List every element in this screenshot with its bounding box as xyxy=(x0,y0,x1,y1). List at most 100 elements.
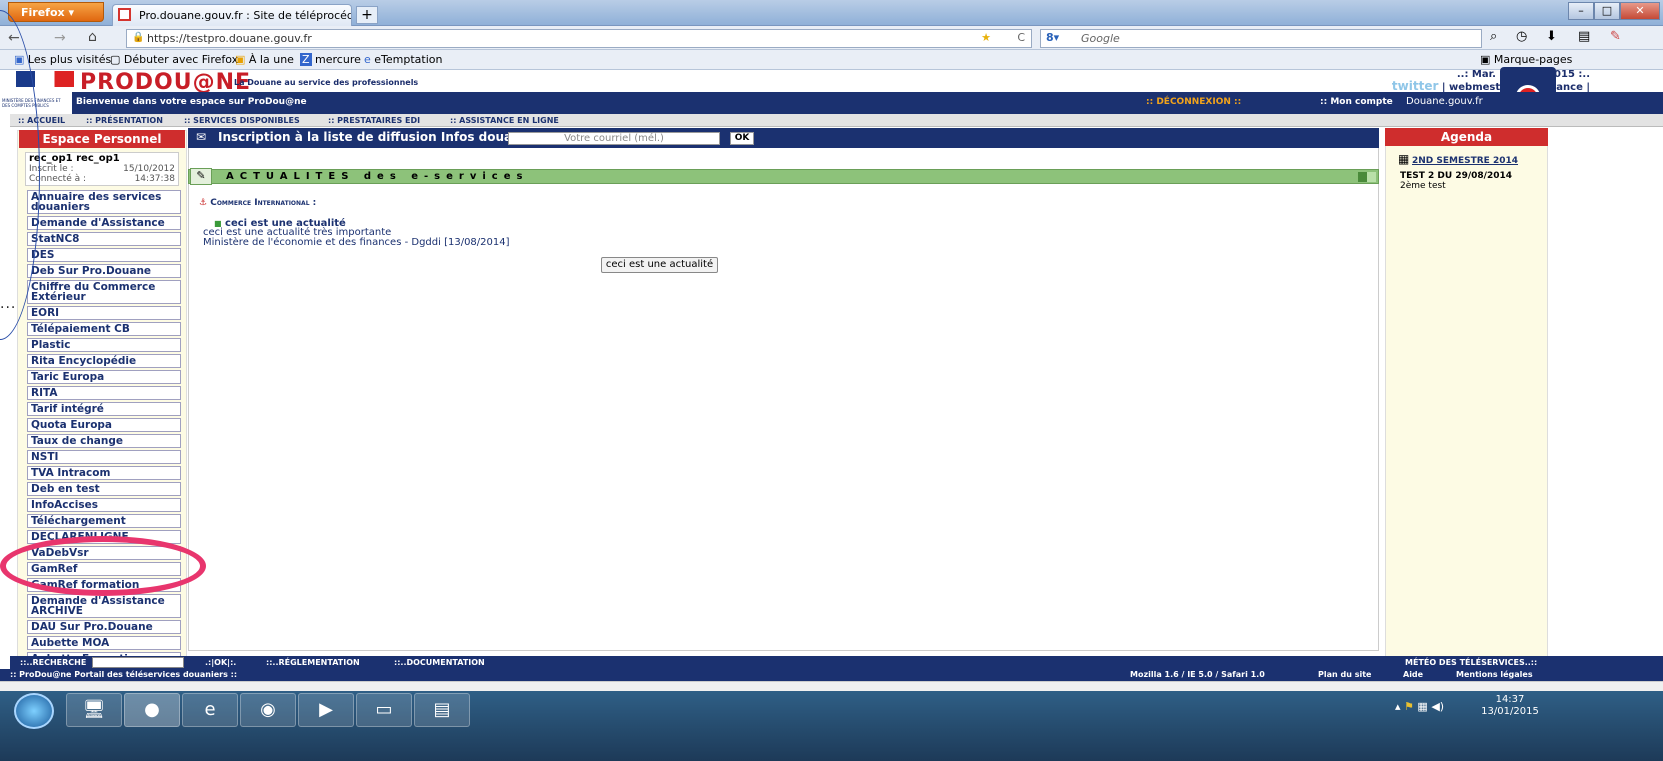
network-taskbar-icon[interactable]: ◉ xyxy=(240,693,296,727)
bookmarks-menu[interactable]: ▣ Marque-pages xyxy=(1480,53,1572,66)
clock[interactable]: 14:37 13/01/2015 xyxy=(1480,694,1540,718)
sidebar-item-9[interactable]: Rita Encyclopédie xyxy=(27,354,181,368)
sidebar-item-1[interactable]: Demande d'Assistance xyxy=(27,216,181,230)
print-icon[interactable]: ▤ xyxy=(1578,29,1590,44)
browser-tab[interactable]: Pro.douane.gouv.fr : Site de téléprocédu… xyxy=(112,4,352,26)
nav-assistance[interactable]: :: ASSISTANCE EN LIGNE xyxy=(450,116,559,125)
folder-taskbar-icon[interactable]: ▭ xyxy=(356,693,412,727)
bookmark-etemptation[interactable]: e eTemptation xyxy=(364,53,443,66)
reload-icon[interactable]: C xyxy=(1017,31,1025,44)
sidebar-item-8[interactable]: Plastic xyxy=(27,338,181,352)
espace-personnel-title: Espace Personnel xyxy=(19,130,185,148)
mentions-link[interactable]: Mentions légales xyxy=(1456,670,1533,679)
new-tab-button[interactable]: + xyxy=(356,6,378,24)
horizontal-scrollbar[interactable] xyxy=(0,681,1663,691)
actualites-title: ACTUALITES des e-services xyxy=(226,171,529,182)
plan-link[interactable]: Plan du site xyxy=(1318,670,1371,679)
nav-prestataires[interactable]: :: PRESTATAIRES EDI xyxy=(328,116,420,125)
main-nav: :: ACCUEIL :: PRÉSENTATION :: SERVICES D… xyxy=(10,114,1663,127)
sidebar-item-15[interactable]: NSTI xyxy=(27,450,181,464)
meteo-link[interactable]: MÉTÉO DES TÉLÉSERVICES..:: xyxy=(1405,658,1537,667)
news-button[interactable]: ceci est une actualité xyxy=(601,257,718,273)
sidebar-item-6[interactable]: EORI xyxy=(27,306,181,320)
nav-presentation[interactable]: :: PRÉSENTATION xyxy=(86,116,163,125)
email-field[interactable]: Votre courriel (mél.) xyxy=(508,132,720,145)
z-icon: Z xyxy=(300,53,312,66)
tray-arrow-icon[interactable]: ▴ xyxy=(1395,700,1401,713)
clock-date: 13/01/2015 xyxy=(1481,706,1539,717)
my-account-link[interactable]: :: Mon compte xyxy=(1320,97,1393,107)
system-tray: ▴ ⚑ ▦ ◀) xyxy=(1395,700,1444,713)
sidebar-item-25[interactable]: DAU Sur Pro.Douane xyxy=(27,620,181,634)
ie-page-icon: e xyxy=(364,53,371,66)
sidebar-item-24[interactable]: Demande d'Assistance ARCHIVE xyxy=(27,594,181,618)
services-menu: Annuaire des services douaniers Demande d… xyxy=(27,190,181,736)
sidebar-item-2[interactable]: StatNC8 xyxy=(27,232,181,246)
douane-gouv-link[interactable]: Douane.gouv.fr xyxy=(1406,96,1483,107)
sidebar-item-19[interactable]: Téléchargement xyxy=(27,514,181,528)
firefox-menu-button[interactable]: Firefox ▾ xyxy=(8,2,104,22)
sidebar-item-0[interactable]: Annuaire des services douaniers xyxy=(27,190,181,214)
nav-services[interactable]: :: SERVICES DISPONIBLES xyxy=(184,116,300,125)
download-icon[interactable]: ⬇ xyxy=(1546,29,1557,44)
clock-time: 14:37 xyxy=(1495,694,1525,705)
footer-bottom: :: ProDou@ne Portail des téléservices do… xyxy=(0,669,1663,681)
addon-icon[interactable]: ✎ xyxy=(1610,29,1621,44)
notes-taskbar-icon[interactable]: ▤ xyxy=(414,693,470,727)
sidebar-item-12[interactable]: Tarif intégré xyxy=(27,402,181,416)
recherche-input[interactable] xyxy=(92,657,184,668)
firefox-taskbar-icon[interactable]: ● xyxy=(124,693,180,727)
sidebar-item-11[interactable]: RITA xyxy=(27,386,181,400)
sidebar-item-14[interactable]: Taux de change xyxy=(27,434,181,448)
sidebar-item-4[interactable]: Deb Sur Pro.Douane xyxy=(27,264,181,278)
welcome-bar: Bienvenue dans votre espace sur ProDou@n… xyxy=(10,92,1663,114)
sidebar-item-18[interactable]: InfoAccises xyxy=(27,498,181,512)
documentation-link[interactable]: ::..DOCUMENTATION xyxy=(394,658,485,667)
welcome-text: Bienvenue dans votre espace sur ProDou@n… xyxy=(76,97,307,107)
news-source: Ministère de l'économie et des finances … xyxy=(203,237,510,248)
url-bar[interactable]: 🔒 https://testpro.douane.gouv.fr ★ C xyxy=(126,29,1032,48)
tab-favicon-icon xyxy=(118,8,131,21)
twitter-link[interactable]: twitter xyxy=(1392,79,1438,93)
footer-toolbar: ::..RECHERCHE .:|OK|:. ::..RÉGLEMENTATIO… xyxy=(10,656,1663,669)
maximize-button[interactable]: □ xyxy=(1594,2,1620,20)
sidebar-item-13[interactable]: Quota Europa xyxy=(27,418,181,432)
bookmark-star-icon[interactable]: ★ xyxy=(981,31,991,44)
network-icon[interactable]: ▦ xyxy=(1417,700,1427,713)
volume-icon[interactable]: ◀) xyxy=(1431,700,1444,713)
sidebar-item-17[interactable]: Deb en test xyxy=(27,482,181,496)
news-body: ceci est une actualité très importante M… xyxy=(203,228,510,248)
media-taskbar-icon[interactable]: ▶ xyxy=(298,693,354,727)
newsletter-ok-button[interactable]: OK xyxy=(730,132,754,145)
recherche-ok-button[interactable]: .:|OK|:. xyxy=(205,658,236,667)
reglementation-link[interactable]: ::..RÉGLEMENTATION xyxy=(266,658,360,667)
search-icon[interactable]: ⌕ xyxy=(1490,29,1497,44)
start-button[interactable] xyxy=(14,693,54,729)
navigation-toolbar: ← → ⌂ 🔒 https://testpro.douane.gouv.fr ★… xyxy=(0,26,1663,50)
bookmark-a-la-une[interactable]: ▣ À la une xyxy=(235,53,294,66)
logout-link[interactable]: :: DÉCONNEXION :: xyxy=(1146,97,1241,107)
agenda-link[interactable]: 2ND SEMESTRE 2014 xyxy=(1412,156,1518,166)
sidebar-item-16[interactable]: TVA Intracom xyxy=(27,466,181,480)
flag-icon[interactable]: ⚑ xyxy=(1404,700,1414,713)
portail-label: :: ProDou@ne Portail des téléservices do… xyxy=(10,670,238,679)
sidebar-item-7[interactable]: Télépaiement CB xyxy=(27,322,181,336)
minimize-button[interactable]: – xyxy=(1568,2,1594,20)
sidebar-item-5[interactable]: Chiffre du Commerce Extérieur xyxy=(27,280,181,304)
newsletter-label: Inscription à la liste de diffusion Info… xyxy=(218,130,529,144)
bookmark-mercure[interactable]: Z mercure xyxy=(300,53,361,66)
user-info: rec_op1 rec_op1 Inscrit le :15/10/2012 C… xyxy=(25,152,179,186)
ie-taskbar-icon[interactable]: e xyxy=(182,693,238,727)
aide-link[interactable]: Aide xyxy=(1403,670,1423,679)
sidebar-item-10[interactable]: Taric Europa xyxy=(27,370,181,384)
home-icon[interactable]: ⌂ xyxy=(88,29,97,45)
sidebar-item-26[interactable]: Aubette MOA xyxy=(27,636,181,650)
close-window-button[interactable]: ✕ xyxy=(1620,2,1660,20)
sidebar-item-3[interactable]: DES xyxy=(27,248,181,262)
history-icon[interactable]: ◷ xyxy=(1516,29,1527,44)
explorer-taskbar-icon[interactable]: 🖥 xyxy=(66,693,122,727)
forward-icon[interactable]: → xyxy=(54,30,66,46)
bookmark-getting-started[interactable]: ▢ Débuter avec Firefox xyxy=(110,53,238,66)
search-field[interactable]: 8▾ Google xyxy=(1040,29,1482,48)
user-name: rec_op1 rec_op1 xyxy=(29,153,120,164)
